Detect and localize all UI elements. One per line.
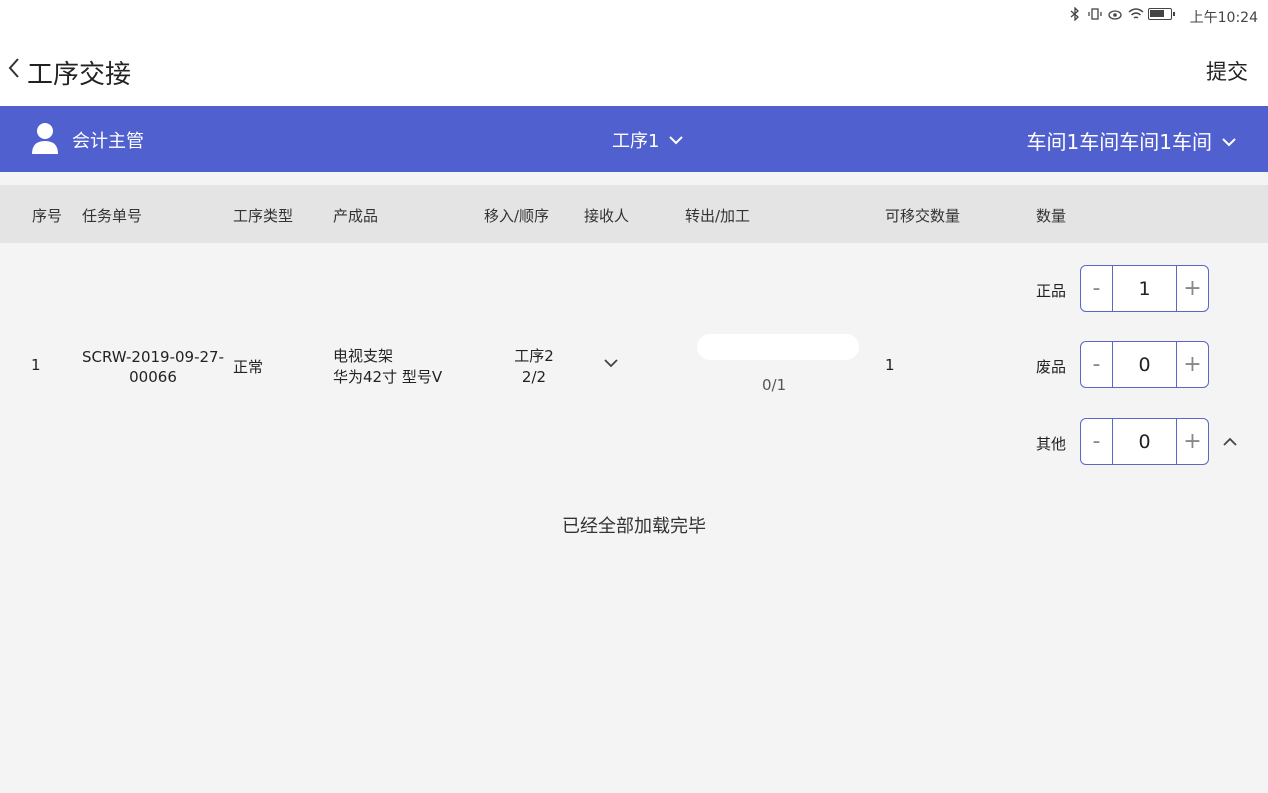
chevron-up-icon[interactable]	[1221, 434, 1239, 448]
qty-label-good: 正品	[1036, 282, 1067, 300]
table-header: 序号 任务单号 工序类型 产成品 移入/顺序 接收人 转出/加工 可移交数量 数…	[0, 185, 1268, 243]
row-move-in-process: 工序2	[514, 347, 554, 365]
receiver-dropdown-icon[interactable]	[602, 356, 620, 372]
chevron-down-icon	[667, 131, 685, 149]
qty-value-good[interactable]: 1	[1113, 266, 1176, 311]
battery-icon	[1148, 8, 1175, 20]
column-header-product: 产成品	[333, 207, 379, 225]
status-bar: 上午10:24	[0, 0, 1268, 34]
qty-value-scrap[interactable]: 0	[1113, 342, 1176, 387]
process-select-label: 工序1	[612, 131, 660, 152]
vibrate-icon	[1088, 7, 1102, 21]
workshop-select-label: 车间1车间车间1车间	[1026, 130, 1212, 154]
row-move-in: 工序2 2/2	[494, 346, 574, 388]
increment-button[interactable]: +	[1176, 266, 1208, 311]
filter-bar: 会计主管 工序1 车间1车间车间1车间	[0, 106, 1268, 172]
transfer-input[interactable]	[697, 334, 859, 360]
page-title: 工序交接	[27, 60, 132, 90]
row-product-spec: 华为42寸 型号V	[333, 368, 443, 386]
row-transferable-qty: 1	[885, 356, 895, 374]
column-header-process-type: 工序类型	[233, 207, 294, 225]
qty-label-scrap: 废品	[1036, 358, 1067, 376]
status-icons	[1068, 6, 1175, 22]
bluetooth-icon	[1068, 6, 1082, 22]
row-task-no-line2: 00066	[129, 368, 177, 386]
status-time: 上午10:24	[1189, 10, 1258, 26]
process-select[interactable]: 工序1	[612, 127, 685, 153]
user-name: 会计主管	[72, 131, 144, 152]
qty-stepper-good: - 1 +	[1080, 265, 1209, 312]
chevron-down-icon	[1220, 132, 1238, 150]
workshop-select[interactable]: 车间1车间车间1车间	[1027, 126, 1238, 155]
eye-comfort-icon	[1108, 7, 1122, 21]
qty-stepper-other: - 0 +	[1080, 418, 1209, 465]
column-header-index: 序号	[32, 207, 63, 225]
column-header-transfer: 转出/加工	[685, 207, 751, 225]
user-icon	[31, 122, 59, 154]
transfer-count: 0/1	[762, 376, 787, 394]
row-task-no-line1: SCRW-2019-09-27-	[81, 348, 225, 366]
submit-button[interactable]: 提交	[1206, 56, 1248, 86]
back-icon[interactable]	[6, 56, 22, 80]
decrement-button[interactable]: -	[1081, 342, 1113, 387]
row-task-no: SCRW-2019-09-27- 00066	[78, 347, 228, 387]
row-product: 电视支架 华为42寸 型号V	[333, 346, 442, 388]
qty-stepper-scrap: - 0 +	[1080, 341, 1209, 388]
column-header-move-in: 移入/顺序	[484, 207, 550, 225]
row-move-in-order: 2/2	[521, 368, 547, 386]
increment-button[interactable]: +	[1176, 342, 1208, 387]
qty-value-other[interactable]: 0	[1113, 419, 1176, 464]
increment-button[interactable]: +	[1176, 419, 1208, 464]
column-header-quantity: 数量	[1036, 207, 1067, 225]
row-process-type: 正常	[233, 358, 264, 376]
decrement-button[interactable]: -	[1081, 419, 1113, 464]
qty-label-other: 其他	[1036, 435, 1067, 453]
column-header-task-no: 任务单号	[82, 207, 143, 225]
column-header-transferable-qty: 可移交数量	[885, 207, 961, 225]
all-loaded-message: 已经全部加载完毕	[562, 516, 706, 537]
title-bar: 工序交接 提交	[0, 34, 1268, 106]
row-index: 1	[31, 356, 41, 374]
column-header-receiver: 接收人	[584, 207, 630, 225]
decrement-button[interactable]: -	[1081, 266, 1113, 311]
row-product-name: 电视支架	[333, 347, 394, 365]
wifi-icon	[1128, 7, 1144, 21]
